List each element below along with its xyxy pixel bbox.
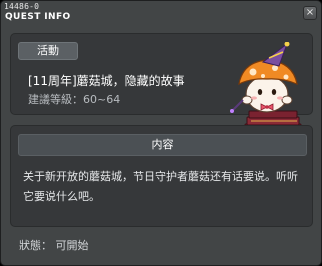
window-title: QUEST INFO [5, 12, 71, 22]
quest-type-tag: 活動 [18, 42, 78, 60]
content-header: 内容 [18, 134, 307, 156]
close-icon: × [305, 7, 315, 18]
recommended-level: 建議等級：60~64 [28, 93, 121, 106]
quest-name: [11周年]蘑菇城，隐藏的故事 [28, 74, 185, 88]
quest-status: 狀態： 可開始 [19, 239, 89, 252]
quest-description: 关于新开放的蘑菇城，节日守护者蘑菇还有话要说。听听它要说什么吧。 [23, 170, 298, 203]
close-button[interactable]: × [303, 6, 317, 20]
quest-id: 14486-0 [4, 2, 40, 11]
mushroom-mascot-icon [230, 42, 302, 135]
window-header[interactable]: 14486-0 QUEST INFO × [1, 1, 321, 25]
quest-content-panel: 内容 关于新开放的蘑菇城，节日守护者蘑菇还有话要说。听听它要说什么吧。 [10, 125, 313, 227]
quest-summary-panel: 活動 [11周年]蘑菇城，隐藏的故事 建議等級：60~64 [10, 33, 313, 135]
quest-info-window: 14486-0 QUEST INFO × 活動 [11周年]蘑菇城，隐藏的故事 … [0, 0, 322, 266]
